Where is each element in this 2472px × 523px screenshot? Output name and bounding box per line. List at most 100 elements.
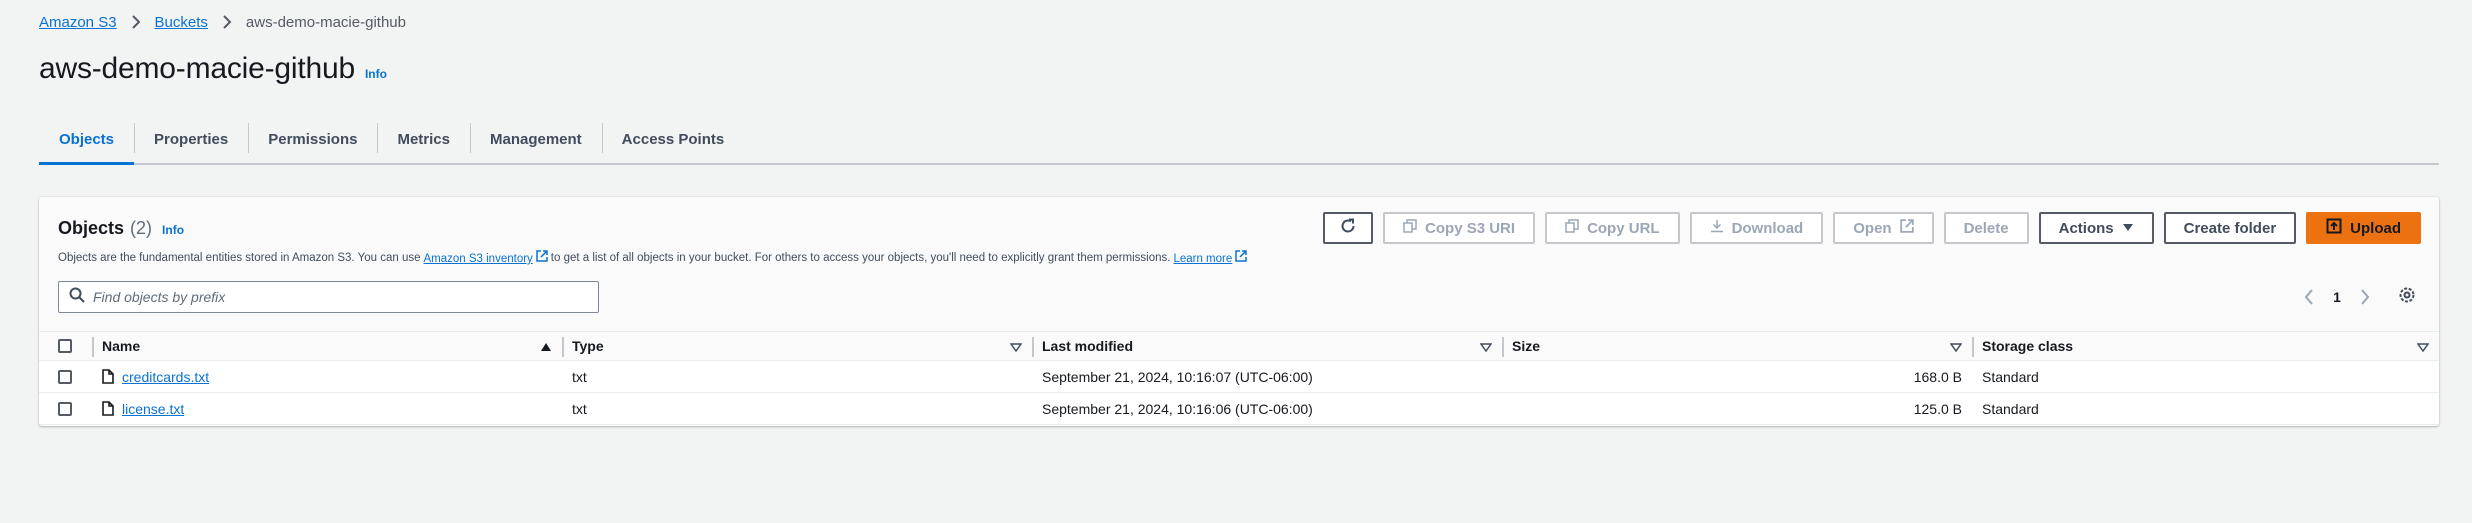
column-type-label: Type — [572, 338, 604, 354]
last-modified-cell: September 21, 2024, 10:16:06 (UTC-06:00) — [1042, 400, 1313, 417]
copy-icon — [1565, 219, 1579, 237]
breadcrumb: Amazon S3 Buckets aws-demo-macie-github — [39, 12, 406, 32]
objects-info-link[interactable]: Info — [162, 223, 184, 237]
open-label: Open — [1853, 219, 1892, 237]
row-checkbox[interactable] — [58, 369, 72, 384]
actions-dropdown[interactable]: Actions — [2038, 212, 2154, 244]
column-last-modified-label: Last modified — [1042, 338, 1134, 354]
external-link-icon — [536, 250, 548, 262]
tab-objects[interactable]: Objects — [39, 115, 135, 165]
pagination: 1 — [2295, 283, 2421, 311]
objects-count: (2) — [130, 218, 153, 238]
caret-down-icon — [2122, 220, 2134, 237]
name-cell: creditcards.txt — [92, 361, 562, 392]
row-select-cell — [39, 393, 92, 424]
table-header: Name Type Last modified Size Storage cla… — [39, 331, 2439, 361]
column-header-storage-class[interactable]: Storage class — [1972, 332, 2439, 360]
storage-class-cell: Standard — [1982, 400, 2039, 417]
page-number[interactable]: 1 — [2323, 289, 2351, 305]
next-page-button[interactable] — [2351, 283, 2379, 311]
objects-panel-title: Objects (2) Info — [58, 218, 184, 239]
search-box — [58, 281, 599, 313]
type-cell: txt — [572, 400, 587, 417]
actions-label: Actions — [2058, 219, 2114, 237]
copy-s3-uri-button[interactable]: Copy S3 URI — [1383, 212, 1536, 244]
column-header-size[interactable]: Size — [1502, 332, 1972, 360]
tab-bar: Objects Properties Permissions Metrics M… — [39, 115, 2439, 165]
breadcrumb-amazon-s3[interactable]: Amazon S3 — [39, 14, 117, 31]
column-size-label: Size — [1512, 338, 1541, 354]
table-row[interactable]: license.txt txt September 21, 2024, 10:1… — [39, 393, 2439, 425]
select-all-cell — [39, 332, 92, 360]
open-button[interactable]: Open — [1833, 212, 1934, 244]
search-input[interactable] — [93, 289, 573, 305]
name-cell: license.txt — [92, 393, 562, 424]
objects-toolbar: Copy S3 URI Copy URL Download Open Delet… — [1323, 212, 2421, 244]
tab-management[interactable]: Management — [469, 115, 602, 163]
last-modified-cell: September 21, 2024, 10:16:07 (UTC-06:00) — [1042, 368, 1313, 385]
table-row[interactable]: creditcards.txt txt September 21, 2024, … — [39, 361, 2439, 393]
copy-url-button[interactable]: Copy URL — [1545, 212, 1680, 244]
tab-properties[interactable]: Properties — [134, 115, 248, 163]
delete-button[interactable]: Delete — [1943, 212, 2029, 244]
copy-url-label: Copy URL — [1587, 219, 1660, 237]
column-header-last-modified[interactable]: Last modified — [1032, 332, 1502, 360]
tab-permissions[interactable]: Permissions — [248, 115, 377, 163]
column-header-name[interactable]: Name — [92, 332, 562, 360]
objects-table: Name Type Last modified Size Storage cla… — [39, 331, 2439, 425]
previous-page-button[interactable] — [2295, 283, 2323, 311]
row-select-cell — [39, 361, 92, 392]
upload-label: Upload — [2350, 219, 2401, 237]
inventory-link[interactable]: Amazon S3 inventory — [423, 250, 548, 265]
page-header: aws-demo-macie-github Info — [39, 52, 387, 86]
download-icon — [1710, 219, 1724, 237]
delete-label: Delete — [1963, 219, 2009, 237]
page-info-link[interactable]: Info — [365, 67, 387, 81]
row-checkbox[interactable] — [58, 401, 72, 416]
create-folder-label: Create folder — [2183, 219, 2277, 237]
refresh-icon — [1340, 218, 1356, 238]
size-cell: 125.0 B — [1913, 400, 1962, 417]
file-icon — [102, 369, 114, 384]
external-link-icon — [1235, 250, 1248, 262]
column-header-type[interactable]: Type — [562, 332, 1032, 360]
select-all-checkbox[interactable] — [58, 339, 72, 353]
objects-heading: Objects — [58, 218, 125, 238]
create-folder-button[interactable]: Create folder — [2163, 212, 2297, 244]
type-cell: txt — [572, 368, 587, 385]
breadcrumb-current: aws-demo-macie-github — [245, 13, 406, 31]
objects-panel: Objects (2) Info Objects are the fundame… — [39, 197, 2439, 426]
storage-class-cell: Standard — [1982, 368, 2039, 385]
column-storage-class-label: Storage class — [1982, 338, 2074, 354]
sort-icon — [1479, 340, 1493, 356]
chevron-right-icon — [217, 15, 237, 29]
objects-description: Objects are the fundamental entities sto… — [58, 250, 1250, 265]
download-label: Download — [1731, 219, 1804, 237]
object-name-link[interactable]: license.txt — [122, 401, 184, 417]
size-cell: 168.0 B — [1913, 368, 1962, 385]
refresh-button[interactable] — [1323, 212, 1374, 244]
sort-icon — [1009, 340, 1023, 356]
learn-more-text: Learn more — [1173, 253, 1233, 265]
upload-button[interactable]: Upload — [2306, 212, 2421, 244]
description-text-2: to get a list of all objects in your buc… — [550, 251, 1171, 264]
column-name-label: Name — [102, 338, 141, 354]
table-settings-button[interactable] — [2393, 283, 2421, 311]
object-name-link[interactable]: creditcards.txt — [122, 369, 209, 385]
tab-metrics[interactable]: Metrics — [377, 115, 470, 163]
breadcrumb-buckets[interactable]: Buckets — [155, 14, 208, 31]
gear-icon — [2398, 286, 2416, 309]
sort-icon — [2416, 340, 2430, 356]
page-title: aws-demo-macie-github — [39, 52, 355, 85]
upload-icon — [2326, 218, 2342, 238]
file-icon — [102, 401, 114, 416]
download-button[interactable]: Download — [1689, 212, 1824, 244]
chevron-right-icon — [126, 15, 146, 29]
sort-ascending-icon — [540, 340, 552, 356]
external-link-icon — [1899, 219, 1914, 237]
copy-s3-uri-label: Copy S3 URI — [1425, 219, 1516, 237]
tab-access-points[interactable]: Access Points — [601, 115, 745, 163]
description-text-1: Objects are the fundamental entities sto… — [58, 251, 421, 264]
sort-icon — [1949, 340, 1963, 356]
learn-more-link[interactable]: Learn more — [1173, 250, 1248, 265]
